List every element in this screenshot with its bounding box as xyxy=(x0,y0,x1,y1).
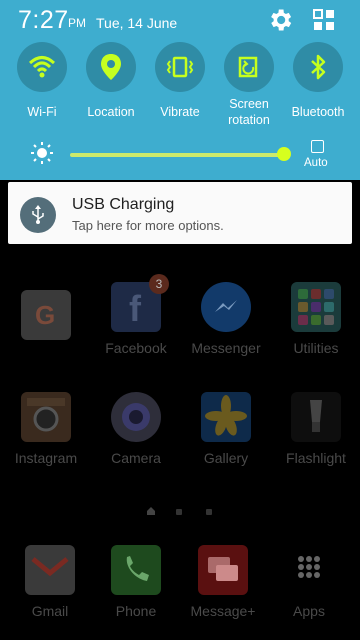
app-label: Gallery xyxy=(203,450,249,466)
brightness-row: Auto xyxy=(0,138,360,178)
app-label: Phone xyxy=(115,603,157,619)
quick-toggle-wifi[interactable]: Wi-Fi xyxy=(7,42,77,120)
quick-toggle-label: Vibrate xyxy=(160,105,200,119)
messenger-icon xyxy=(201,282,251,332)
utilities-folder-icon xyxy=(291,282,341,332)
app-label: Instagram xyxy=(14,450,78,466)
notification-title: USB Charging xyxy=(72,196,175,213)
app-label: Message+ xyxy=(190,603,256,619)
app-facebook[interactable]: f 3 Facebook xyxy=(96,274,176,356)
vibrate-icon xyxy=(166,56,194,78)
app-utilities[interactable]: Utilities xyxy=(276,282,356,356)
edit-quick-settings-icon[interactable] xyxy=(312,8,336,32)
app-label: Flashlight xyxy=(286,450,346,466)
camera-icon xyxy=(111,392,161,442)
flashlight-icon xyxy=(291,392,341,442)
gallery-icon xyxy=(201,392,251,442)
page-indicator xyxy=(0,506,360,518)
app-label: Camera xyxy=(111,450,161,466)
brightness-slider-thumb[interactable] xyxy=(276,147,291,161)
app-label: Facebook xyxy=(105,340,167,356)
app-gallery[interactable]: Gallery xyxy=(186,392,266,466)
bluetooth-icon xyxy=(311,54,326,80)
message-plus-icon xyxy=(198,545,248,595)
instagram-icon xyxy=(21,392,71,442)
app-label: Messenger xyxy=(191,340,261,356)
quick-toggle-label: Bluetooth xyxy=(291,105,345,119)
app-messenger[interactable]: Messenger xyxy=(186,282,266,356)
phone-icon xyxy=(111,545,161,595)
usb-icon xyxy=(20,197,56,233)
clock: 7:27 xyxy=(18,6,69,34)
auto-brightness-label: Auto xyxy=(304,157,328,169)
rotation-icon xyxy=(238,56,258,78)
quick-toggle-label: Screen rotation xyxy=(228,97,270,127)
location-icon xyxy=(101,54,121,80)
apps-grid-icon xyxy=(284,545,334,595)
dock-phone[interactable]: Phone xyxy=(96,545,176,619)
dock-apps[interactable]: Apps xyxy=(269,545,349,619)
app-label: Gmail xyxy=(31,603,69,619)
app-camera[interactable]: Camera xyxy=(96,392,176,466)
app-instagram[interactable]: Instagram xyxy=(6,392,86,466)
page-dot[interactable] xyxy=(176,509,182,515)
usb-charging-notification[interactable]: USB Charging Tap here for more options. xyxy=(8,182,352,244)
dock-message-plus[interactable]: Message+ xyxy=(183,545,263,619)
quick-toggle-location[interactable]: Location xyxy=(76,42,146,120)
brightness-slider-track[interactable] xyxy=(70,153,288,157)
facebook-icon: f 3 xyxy=(111,274,169,332)
app-label: Utilities xyxy=(293,340,339,356)
auto-brightness-checkbox[interactable] xyxy=(311,140,324,153)
notification-badge: 3 xyxy=(149,274,169,294)
notification-subtitle: Tap here for more options. xyxy=(72,218,224,233)
date: Tue, 14 June xyxy=(96,15,178,31)
google-icon: G xyxy=(21,290,71,340)
app-flashlight[interactable]: Flashlight xyxy=(276,392,356,466)
quick-toggle-bluetooth[interactable]: Bluetooth xyxy=(283,42,353,120)
page-dot[interactable] xyxy=(206,509,212,515)
clock-ampm: PM xyxy=(68,16,86,30)
home-page-icon xyxy=(147,507,155,515)
dock-gmail[interactable]: Gmail xyxy=(10,545,90,619)
quick-toggle-screen-rotation[interactable]: Screen rotation xyxy=(214,42,284,128)
quick-toggle-label: Location xyxy=(87,105,135,119)
settings-gear-icon[interactable] xyxy=(266,6,294,34)
quick-toggle-label: Wi-Fi xyxy=(27,105,57,119)
app-google[interactable]: G xyxy=(6,290,86,348)
notification-shade: 7:27 PM Tue, 14 June Wi-Fi Location Vibr… xyxy=(0,0,360,180)
wifi-icon xyxy=(28,56,56,78)
brightness-icon xyxy=(31,142,53,164)
quick-toggle-vibrate[interactable]: Vibrate xyxy=(145,42,215,120)
app-label: Apps xyxy=(293,603,325,619)
gmail-icon xyxy=(25,545,75,595)
